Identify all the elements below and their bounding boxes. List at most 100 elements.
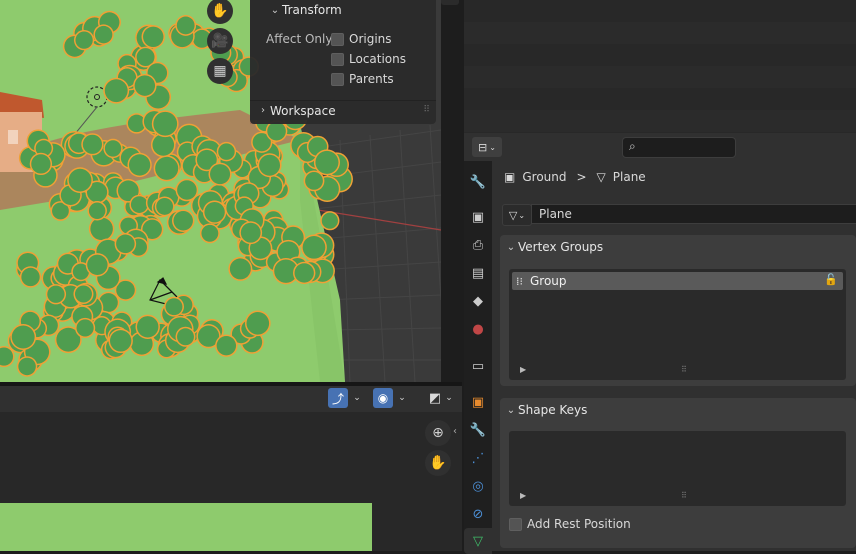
constraints-icon: ⊘	[472, 506, 484, 522]
area-divider-vertical[interactable]	[441, 0, 463, 386]
tab-modifiers[interactable]: 🔧	[464, 417, 492, 443]
workspace-title: Workspace	[270, 103, 336, 118]
mesh-name-field[interactable]: Plane	[531, 204, 856, 224]
bottom-editor-header: ⤴ ⌄ ◉ ⌄ ◩ ⌄	[0, 386, 462, 412]
tab-output[interactable]: ⎙	[464, 232, 492, 258]
vertex-group-row[interactable]: ⁞⁝ Group 🔓	[512, 272, 843, 290]
tree-canopy	[240, 222, 261, 243]
snap-toggle-button[interactable]: ⤴	[328, 388, 348, 408]
shape-keys-header[interactable]: ⌄ Shape Keys	[500, 398, 856, 422]
snap-dropdown[interactable]: ⌄	[350, 388, 364, 408]
zoom-button[interactable]: ⊕	[425, 420, 451, 446]
vertex-group-list[interactable]: ⁞⁝ Group 🔓 ▶ ⠿	[509, 269, 846, 380]
locations-checkbox[interactable]	[331, 52, 344, 66]
add-rest-position-checkbox[interactable]	[509, 517, 522, 531]
object-icon: ▣	[471, 394, 485, 410]
transform-title: Transform	[282, 3, 342, 17]
parents-option[interactable]: Parents	[331, 69, 406, 89]
tree-canopy	[87, 254, 108, 275]
render-icon: ▣	[471, 209, 485, 225]
tab-object[interactable]: ▣	[464, 389, 492, 415]
adjust-last-operation-panel: ⌄ Transform Affect Only Origins Location…	[250, 0, 436, 124]
tree-canopy	[11, 325, 35, 349]
tab-particles[interactable]: ⋰	[464, 445, 492, 471]
shape-key-list[interactable]: ▶ ⠿	[509, 431, 846, 506]
proportional-dropdown[interactable]: ⌄	[395, 388, 409, 408]
physics-icon: ◎	[472, 478, 484, 494]
transform-panel-header[interactable]: ⌄ Transform	[250, 0, 436, 20]
tree-canopy	[68, 168, 92, 192]
vertex-groups-title: Vertex Groups	[518, 240, 604, 254]
add-rest-position-option[interactable]: Add Rest Position	[509, 514, 631, 534]
overlay-icon: ◩	[428, 390, 442, 406]
tab-world[interactable]: ●	[464, 316, 492, 342]
tab-tool[interactable]: 🔧	[464, 169, 492, 195]
tree-canopy	[321, 212, 338, 229]
chevron-down-icon: ⌄	[518, 210, 526, 220]
sidebar-toggle-icon[interactable]: ‹	[453, 426, 457, 437]
tree-canopy	[134, 75, 156, 96]
tree-canopy	[216, 335, 237, 356]
zoom-icon: ⊕	[432, 425, 444, 441]
tree-canopy	[315, 150, 339, 174]
tab-scene[interactable]: ◆	[464, 288, 492, 314]
tree-canopy	[165, 298, 183, 316]
chevron-right-icon: ›	[261, 105, 265, 116]
outliner-area[interactable]	[464, 0, 856, 133]
tab-render[interactable]: ▣	[464, 204, 492, 230]
tab-constraints[interactable]: ⊘	[464, 501, 492, 527]
tab-collection[interactable]: ▭	[464, 353, 492, 379]
parents-label: Parents	[349, 72, 394, 86]
proportional-editing-button[interactable]: ◉	[373, 388, 393, 408]
origins-option[interactable]: Origins	[331, 29, 406, 49]
tree-canopy	[246, 312, 270, 335]
overlay-button[interactable]: ◩	[425, 388, 445, 408]
tree-canopy	[259, 154, 281, 176]
lock-icon[interactable]: 🔓	[824, 273, 838, 286]
drag-handle-icon[interactable]: ⠿	[423, 105, 430, 115]
properties-search-input[interactable]: ⌕	[622, 137, 736, 158]
tree-canopy	[90, 217, 113, 241]
resize-handle-icon[interactable]: ⠿	[681, 365, 687, 374]
locations-option[interactable]: Locations	[331, 49, 406, 69]
tree-canopy	[153, 111, 178, 136]
tree-canopy	[21, 267, 40, 287]
tree-canopy	[177, 180, 197, 200]
particles-icon: ⋰	[471, 450, 485, 466]
wrench-icon: 🔧	[469, 422, 487, 438]
ortho-toggle-button[interactable]: ▦	[207, 58, 233, 84]
shape-keys-title: Shape Keys	[518, 403, 588, 417]
resize-handle-icon[interactable]: ⠿	[681, 491, 687, 500]
expand-arrow-icon[interactable]: ▶	[520, 491, 526, 500]
expand-arrow-icon[interactable]: ▶	[520, 365, 526, 374]
search-icon: ⌕	[629, 139, 636, 153]
workspace-panel-header[interactable]: › Workspace ⠿	[250, 100, 436, 120]
tool-icon: 🔧	[469, 174, 487, 190]
tree-canopy	[156, 197, 174, 215]
tree-canopy	[116, 234, 135, 254]
tab-physics[interactable]: ◎	[464, 473, 492, 499]
origins-checkbox[interactable]	[331, 32, 344, 46]
parents-checkbox[interactable]	[331, 72, 344, 86]
camera-view-button[interactable]: 🎥	[207, 28, 233, 54]
breadcrumb-object: Ground	[522, 170, 567, 184]
proportional-icon: ◉	[377, 391, 389, 405]
tab-data[interactable]: ▽	[464, 528, 492, 554]
tree-canopy	[173, 211, 193, 231]
hand-icon: ✋	[211, 3, 229, 19]
scene-icon: ◆	[473, 293, 483, 309]
mesh-browse-dropdown[interactable]: ▽ ⌄	[502, 204, 532, 226]
tab-view-layer[interactable]: ▤	[464, 260, 492, 286]
overlay-dropdown[interactable]: ⌄	[443, 388, 455, 408]
tree-canopy	[201, 224, 219, 242]
snap-icon: ⤴	[331, 391, 344, 406]
tree-canopy	[75, 31, 93, 49]
image-preview	[0, 503, 372, 551]
tree-canopy	[204, 201, 225, 223]
breadcrumb: ▣ Ground > ▽ Plane	[504, 170, 646, 184]
editor-type-dropdown[interactable]: ⊟ ⌄	[472, 137, 502, 157]
vertex-groups-header[interactable]: ⌄ Vertex Groups	[500, 235, 856, 259]
area-corner-tab[interactable]	[441, 0, 459, 5]
pan-button[interactable]: ✋	[425, 450, 451, 476]
grid-icon: ▦	[213, 63, 227, 79]
